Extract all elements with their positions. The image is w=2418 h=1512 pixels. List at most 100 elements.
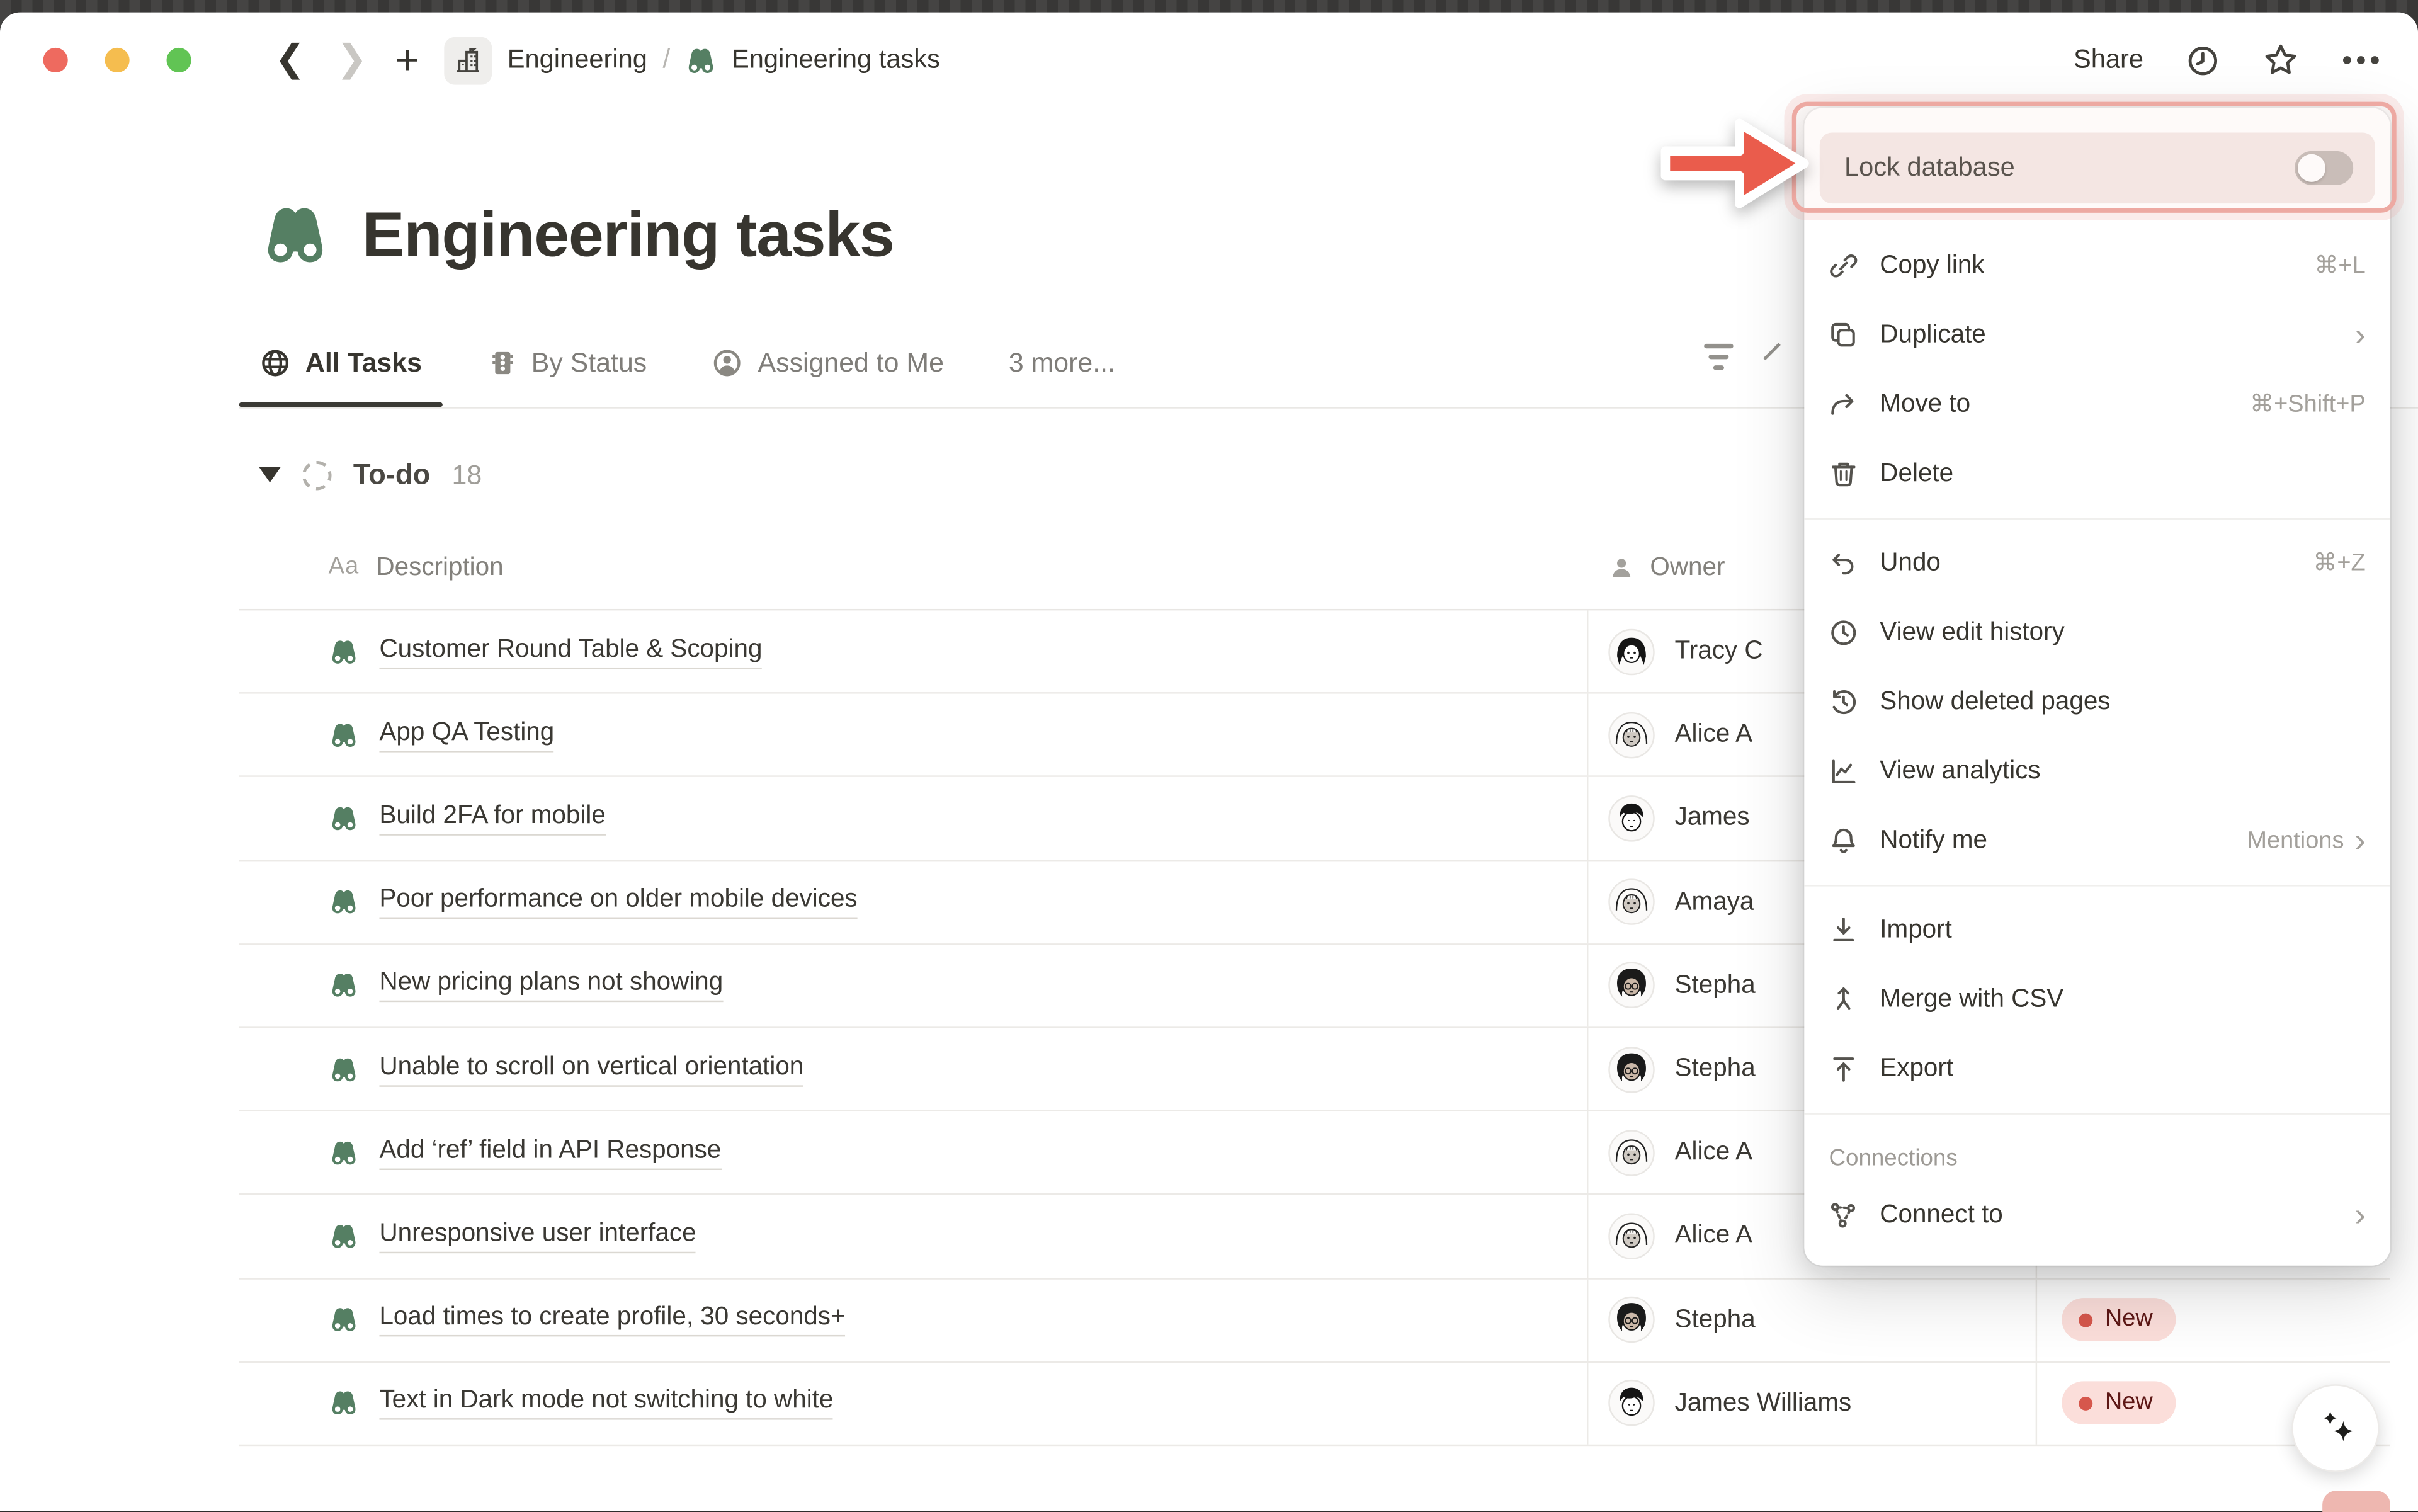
owner-name: Amaya — [1675, 887, 1754, 917]
traffic-light-icon — [487, 346, 518, 378]
link-icon — [1827, 250, 1859, 282]
binoculars-icon — [686, 44, 718, 76]
undo-icon — [1827, 547, 1859, 579]
binoculars-icon — [329, 1137, 360, 1168]
menu-item-accessory: Mentions› — [2247, 825, 2365, 857]
share-button[interactable]: Share — [2074, 45, 2143, 76]
cell-owner[interactable]: Stepha — [1587, 1279, 2036, 1361]
cell-description[interactable]: Build 2FA for mobile — [239, 778, 1587, 860]
cell-description[interactable]: Unable to scroll on vertical orientation — [239, 1028, 1587, 1110]
page-title: Engineering tasks — [363, 199, 894, 271]
owner-name: Stepha — [1675, 1305, 1756, 1334]
back-icon[interactable]: ❮ — [275, 42, 305, 79]
tab-label: By Status — [531, 346, 647, 378]
minimize-window-button[interactable] — [105, 48, 130, 72]
close-window-button[interactable] — [43, 48, 68, 72]
task-title[interactable]: Build 2FA for mobile — [379, 802, 605, 836]
binoculars-icon[interactable] — [259, 199, 331, 271]
menu-item-merge-with-csv[interactable]: Merge with CSV — [1804, 965, 2390, 1034]
annotation-highlight-box — [1792, 102, 2397, 213]
sidebar-menu-icon[interactable] — [197, 45, 234, 75]
owner-name: James Williams — [1675, 1389, 1852, 1418]
avatar — [1608, 712, 1654, 758]
shortcut-label: ⌘+L — [2314, 251, 2365, 281]
active-tab-underline — [239, 402, 442, 407]
cell-description[interactable]: Customer Round Table & Scoping — [239, 610, 1587, 692]
chevron-right-icon: › — [2355, 825, 2366, 857]
column-header-description[interactable]: Aa Description — [239, 553, 1587, 583]
group-name[interactable]: To-do — [353, 458, 430, 492]
menu-item-connect-to[interactable]: Connect to› — [1804, 1181, 2390, 1250]
toolbar-left: ❮ ❯ + Engineering / Engineering tasks — [197, 28, 939, 93]
avatar — [1608, 628, 1654, 674]
menu-item-delete[interactable]: Delete — [1804, 440, 2390, 509]
task-title[interactable]: Add ‘ref’ field in API Response — [379, 1135, 721, 1169]
task-title[interactable]: Poor performance on older mobile devices — [379, 885, 857, 919]
breadcrumb-page[interactable]: Engineering tasks — [732, 45, 940, 76]
status-badge[interactable]: New — [2062, 1382, 2176, 1425]
cell-description[interactable]: Add ‘ref’ field in API Response — [239, 1111, 1587, 1193]
menu-item-duplicate[interactable]: Duplicate› — [1804, 300, 2390, 370]
table-row[interactable]: Load times to create profile, 30 seconds… — [239, 1279, 2390, 1363]
menu-item-import[interactable]: Import — [1804, 895, 2390, 965]
cell-description[interactable]: Unresponsive user interface — [239, 1195, 1587, 1277]
tab-all-tasks[interactable]: All Tasks — [239, 319, 442, 406]
new-page-icon[interactable]: + — [395, 37, 419, 84]
menu-item-notify-me[interactable]: Notify meMentions› — [1804, 806, 2390, 875]
binoculars-icon — [329, 1054, 360, 1084]
task-title[interactable]: New pricing plans not showing — [379, 969, 723, 1003]
clock-icon[interactable] — [2185, 42, 2220, 77]
ellipsis-icon[interactable] — [2341, 54, 2381, 67]
menu-item-show-deleted-pages[interactable]: Show deleted pages — [1804, 668, 2390, 737]
task-title[interactable]: Load times to create profile, 30 seconds… — [379, 1303, 845, 1337]
menu-item-copy-link[interactable]: Copy link⌘+L — [1804, 231, 2390, 300]
binoculars-icon — [329, 636, 360, 667]
group-header-todo: To-do 18 — [259, 447, 482, 503]
menu-item-undo[interactable]: Undo⌘+Z — [1804, 529, 2390, 598]
owner-name: Alice A — [1675, 1138, 1753, 1168]
menu-item-move-to[interactable]: Move to⌘+Shift+P — [1804, 370, 2390, 440]
view-tabs: All Tasks By Status Assigned to Me 3 mor… — [239, 319, 1135, 406]
star-icon[interactable] — [2262, 42, 2300, 79]
tab-by-status[interactable]: By Status — [467, 319, 667, 406]
cell-description[interactable]: Text in Dark mode not switching to white — [239, 1362, 1587, 1444]
menu-item-accessory: ⌘+L — [2314, 251, 2365, 281]
binoculars-icon — [329, 1304, 360, 1335]
cell-owner[interactable]: James Williams — [1587, 1362, 2036, 1444]
task-title[interactable]: Customer Round Table & Scoping — [379, 635, 762, 669]
menu-item-label: Connect to — [1880, 1201, 2334, 1231]
cell-status[interactable]: New — [2036, 1279, 2390, 1361]
cell-description[interactable]: New pricing plans not showing — [239, 945, 1587, 1026]
triangle-down-icon[interactable] — [259, 467, 280, 482]
cell-description[interactable]: App QA Testing — [239, 694, 1587, 776]
ai-assistant-button[interactable] — [2291, 1384, 2380, 1472]
breadcrumb-workspace[interactable]: Engineering — [508, 45, 647, 76]
screenshot-stage: ❮ ❯ + Engineering / Engineering tasks Sh… — [0, 0, 2418, 1511]
forward-icon[interactable]: ❯ — [336, 42, 367, 79]
task-title[interactable]: App QA Testing — [379, 718, 554, 752]
trash-icon — [1827, 458, 1859, 490]
tab-more[interactable]: 3 more... — [989, 319, 1135, 406]
window-controls — [43, 48, 191, 72]
menu-item-accessory: ⌘+Z — [2313, 549, 2365, 578]
filter-funnel-icon[interactable] — [1704, 343, 1734, 370]
globe-icon — [259, 346, 291, 378]
table-row[interactable]: Text in Dark mode not switching to white… — [239, 1362, 2390, 1446]
cell-description[interactable]: Load times to create profile, 30 seconds… — [239, 1279, 1587, 1361]
tab-assigned-to-me[interactable]: Assigned to Me — [691, 319, 964, 406]
task-title[interactable]: Text in Dark mode not switching to white — [379, 1386, 833, 1420]
owner-name: Tracy C — [1675, 637, 1763, 666]
task-title[interactable]: Unable to scroll on vertical orientation — [379, 1052, 803, 1086]
database-options-menu: Lock database Copy link⌘+LDuplicate›Move… — [1804, 108, 2390, 1265]
status-badge[interactable]: New — [2062, 1298, 2176, 1341]
menu-item-view-analytics[interactable]: View analytics — [1804, 737, 2390, 806]
cell-description[interactable]: Poor performance on older mobile devices — [239, 861, 1587, 943]
task-title[interactable]: Unresponsive user interface — [379, 1219, 696, 1253]
menu-item-export[interactable]: Export — [1804, 1035, 2390, 1104]
status-dot-icon — [2079, 1396, 2092, 1410]
menu-item-view-edit-history[interactable]: View edit history — [1804, 598, 2390, 668]
dashed-circle-icon — [302, 460, 332, 490]
workspace-building-icon[interactable] — [444, 37, 492, 84]
status-label: New — [2105, 1389, 2153, 1417]
zoom-window-button[interactable] — [166, 48, 191, 72]
